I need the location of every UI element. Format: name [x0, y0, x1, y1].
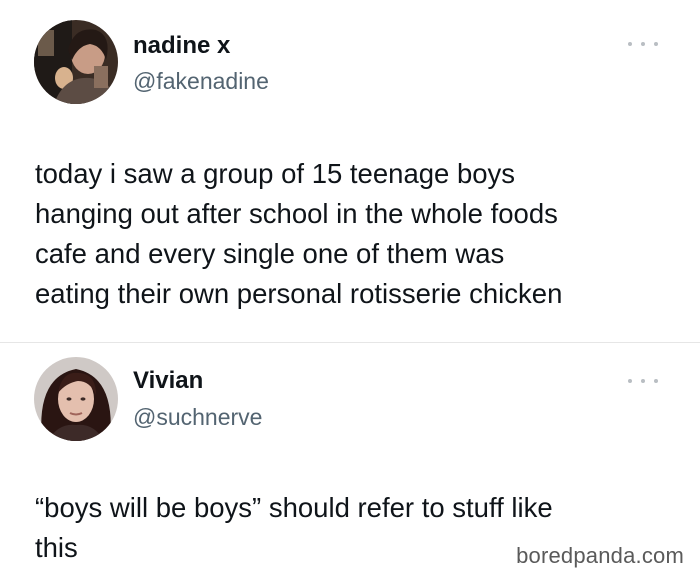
display-name[interactable]: Vivian	[133, 367, 203, 395]
more-horizontal-icon	[628, 379, 632, 383]
more-options-button[interactable]	[628, 38, 658, 50]
tweet-card: nadine x @fakenadine today i saw a group…	[0, 0, 700, 342]
user-handle[interactable]: @suchnerve	[133, 403, 262, 431]
avatar[interactable]	[34, 357, 118, 441]
more-horizontal-icon	[628, 42, 632, 46]
avatar-photo	[34, 20, 118, 104]
more-options-button[interactable]	[628, 375, 658, 387]
display-name[interactable]: nadine x	[133, 32, 230, 60]
watermark: boredpanda.com	[516, 543, 684, 568]
user-handle[interactable]: @fakenadine	[133, 67, 269, 95]
avatar-photo	[34, 357, 118, 441]
avatar[interactable]	[34, 20, 118, 104]
tweet-text: today i saw a group of 15 teenage boys h…	[35, 158, 563, 309]
